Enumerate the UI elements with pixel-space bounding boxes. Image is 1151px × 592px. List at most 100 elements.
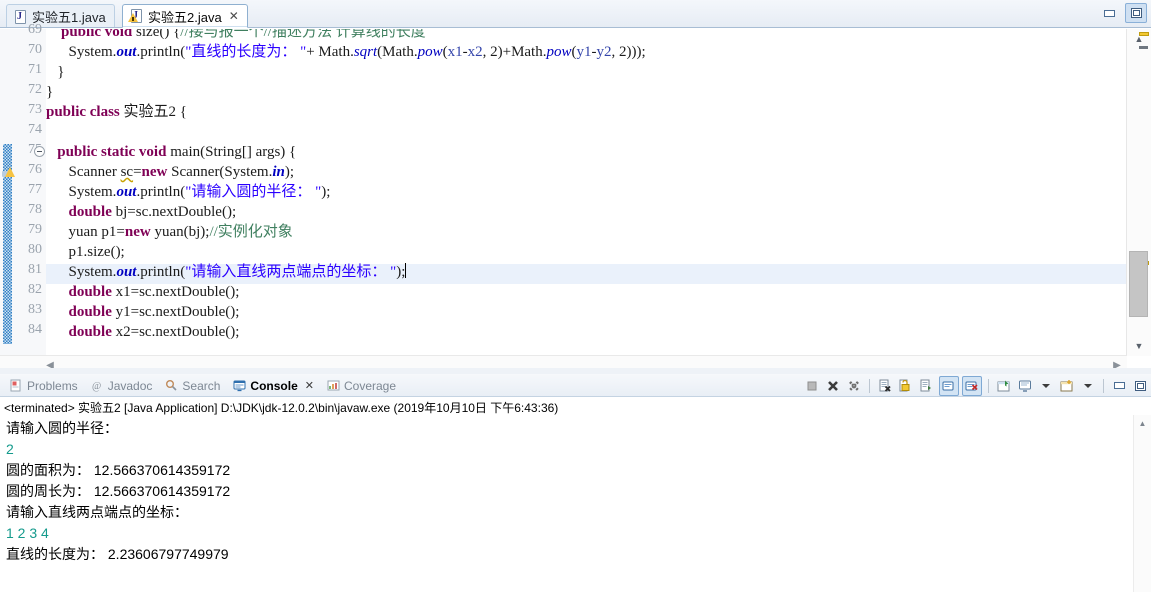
open-console-button[interactable] bbox=[1058, 377, 1076, 395]
line-number: 70 bbox=[28, 42, 42, 57]
show-console-on-error-button[interactable] bbox=[962, 375, 982, 396]
maximize-icon bbox=[1130, 8, 1142, 18]
code-line[interactable]: System.out.println("请输入直线两点端点的坐标： "); bbox=[46, 262, 407, 282]
console-icon bbox=[233, 379, 246, 392]
open-console-dropdown[interactable] bbox=[1079, 377, 1097, 395]
display-selected-console-button[interactable] bbox=[1016, 377, 1034, 395]
editor-gutter[interactable]: 69707172737475767778798081828384 bbox=[0, 22, 46, 356]
editor-maximize-button[interactable] bbox=[1125, 3, 1147, 23]
line-number: 72 bbox=[28, 82, 42, 97]
x-mark-icon bbox=[828, 380, 838, 391]
line-number: 81 bbox=[28, 262, 42, 277]
console-tab-console[interactable]: Console ✕ bbox=[229, 374, 323, 397]
scrollbar-thumb[interactable] bbox=[1129, 251, 1148, 317]
monitor-icon bbox=[1019, 380, 1031, 392]
code-line[interactable]: public static void main(String[] args) { bbox=[46, 142, 296, 162]
close-icon[interactable]: ✕ bbox=[229, 10, 239, 22]
console-error-icon bbox=[965, 381, 978, 390]
console-tab-label: Search bbox=[182, 378, 221, 393]
display-selected-console-dropdown[interactable] bbox=[1037, 377, 1055, 395]
console-tab-label: Coverage bbox=[343, 378, 397, 393]
editor-tab-bar: J 实验五1.java J 实验五2.java ✕ bbox=[0, 0, 1151, 28]
console-tab-bar: Problems @ Javadoc Search Console ✕ Coverage bbox=[0, 374, 1151, 397]
console-input-line: 2 bbox=[6, 441, 14, 457]
eclipse-window: J 实验五1.java J 实验五2.java ✕ 69707172737475… bbox=[0, 0, 1151, 592]
line-number: 84 bbox=[28, 322, 42, 337]
editor-tab-2[interactable]: J 实验五2.java ✕ bbox=[122, 4, 248, 28]
code-line[interactable]: p1.size(); bbox=[46, 242, 125, 262]
problems-icon bbox=[10, 379, 23, 392]
overview-warning-marker[interactable] bbox=[1139, 32, 1149, 36]
console-toolbar bbox=[803, 374, 1149, 397]
scroll-lock-button[interactable] bbox=[897, 377, 915, 395]
close-icon[interactable]: ✕ bbox=[305, 379, 314, 392]
search-icon bbox=[165, 379, 178, 392]
line-number: 77 bbox=[28, 182, 42, 197]
editor-window-buttons bbox=[1099, 3, 1147, 23]
terminate-button[interactable] bbox=[803, 377, 821, 395]
console-tab-search[interactable]: Search bbox=[161, 374, 229, 397]
lock-icon bbox=[899, 379, 910, 391]
terminate-all-button[interactable] bbox=[824, 377, 842, 395]
show-console-on-output-button[interactable] bbox=[939, 375, 959, 396]
code-line[interactable]: public class 实验五2 { bbox=[46, 102, 187, 122]
console-output-line: 圆的周长为： 12.566370614359172 bbox=[6, 483, 231, 499]
code-line[interactable]: System.out.println("直线的长度为： "+ Math.sqrt… bbox=[46, 42, 646, 62]
line-number: 69 bbox=[28, 22, 42, 37]
word-wrap-button[interactable] bbox=[918, 377, 936, 395]
editor-tab-2-label: 实验五2.java bbox=[148, 9, 222, 25]
code-line[interactable]: public void size() {//接与报一个//描述方法 计算线的长度 bbox=[46, 29, 426, 42]
line-number: 73 bbox=[28, 102, 42, 117]
console-maximize-button[interactable] bbox=[1131, 377, 1149, 395]
collapse-icon[interactable] bbox=[34, 146, 45, 157]
console-output-icon bbox=[942, 381, 954, 390]
console-tab-javadoc[interactable]: @ Javadoc bbox=[87, 374, 162, 397]
editor-tab-1-label: 实验五1.java bbox=[32, 10, 106, 25]
new-console-icon bbox=[1060, 379, 1073, 391]
line-number: 83 bbox=[28, 302, 42, 317]
console-tab-problems[interactable]: Problems bbox=[6, 374, 87, 397]
console-output[interactable]: 请输入圆的半径： 2 圆的面积为： 12.566370614359172 圆的周长为：… bbox=[0, 415, 1134, 592]
code-line[interactable]: } bbox=[46, 62, 64, 82]
line-number: 78 bbox=[28, 202, 42, 217]
console-output-line: 请输入直线两点端点的坐标： bbox=[6, 504, 188, 520]
code-line[interactable]: double x2=sc.nextDouble(); bbox=[46, 322, 240, 342]
code-line[interactable]: } bbox=[46, 82, 53, 102]
code-line[interactable]: System.out.println("请输入圆的半径： "); bbox=[46, 182, 331, 202]
code-area[interactable]: public void size() {//接与报一个//描述方法 计算线的长度… bbox=[46, 29, 1127, 356]
console-tab-coverage[interactable]: Coverage bbox=[323, 374, 405, 397]
clear-page-icon bbox=[879, 379, 891, 392]
console-output-line: 圆的面积为： 12.566370614359172 bbox=[6, 462, 231, 478]
editor-part: J 实验五1.java J 实验五2.java ✕ 69707172737475… bbox=[0, 0, 1151, 375]
x-mark-dashed-icon bbox=[849, 380, 859, 391]
console-minimize-button[interactable] bbox=[1110, 377, 1128, 395]
toolbar-separator bbox=[988, 378, 989, 393]
line-number: 80 bbox=[28, 242, 42, 257]
line-number: 82 bbox=[28, 282, 42, 297]
code-line[interactable]: double y1=sc.nextDouble(); bbox=[46, 302, 240, 322]
code-line[interactable]: double bj=sc.nextDouble(); bbox=[46, 202, 237, 222]
code-line[interactable]: Scanner sc=new Scanner(System.in); bbox=[46, 162, 295, 182]
console-output-line: 请输入圆的半径： bbox=[6, 420, 118, 436]
console-vertical-scrollbar[interactable]: ▲ bbox=[1133, 415, 1151, 592]
code-line[interactable]: yuan p1=new yuan(bj);//实例化对象 bbox=[46, 222, 293, 242]
console-tab-label: Problems bbox=[27, 378, 78, 393]
editor-body[interactable]: 69707172737475767778798081828384 public … bbox=[0, 22, 1151, 375]
scroll-up-icon[interactable]: ▲ bbox=[1136, 417, 1149, 430]
chevron-down-icon bbox=[1084, 383, 1092, 388]
scroll-down-icon[interactable]: ▼ bbox=[1130, 338, 1148, 354]
toolbar-separator bbox=[1103, 378, 1104, 393]
remove-all-terminated-button[interactable] bbox=[845, 377, 863, 395]
console-input-line: 1 2 3 4 bbox=[6, 525, 49, 541]
warning-marker-icon[interactable] bbox=[2, 165, 16, 179]
editor-vertical-scrollbar[interactable]: ▲ ▼ bbox=[1126, 29, 1151, 356]
line-number: 71 bbox=[28, 62, 42, 77]
pin-console-button[interactable] bbox=[995, 377, 1013, 395]
console-tab-label: Console bbox=[250, 378, 298, 393]
clear-console-button[interactable] bbox=[876, 377, 894, 395]
line-number: 79 bbox=[28, 222, 42, 237]
line-number: 74 bbox=[28, 122, 42, 137]
editor-minimize-button[interactable] bbox=[1099, 4, 1119, 22]
code-line[interactable]: double x1=sc.nextDouble(); bbox=[46, 282, 240, 302]
maximize-icon bbox=[1134, 380, 1146, 391]
